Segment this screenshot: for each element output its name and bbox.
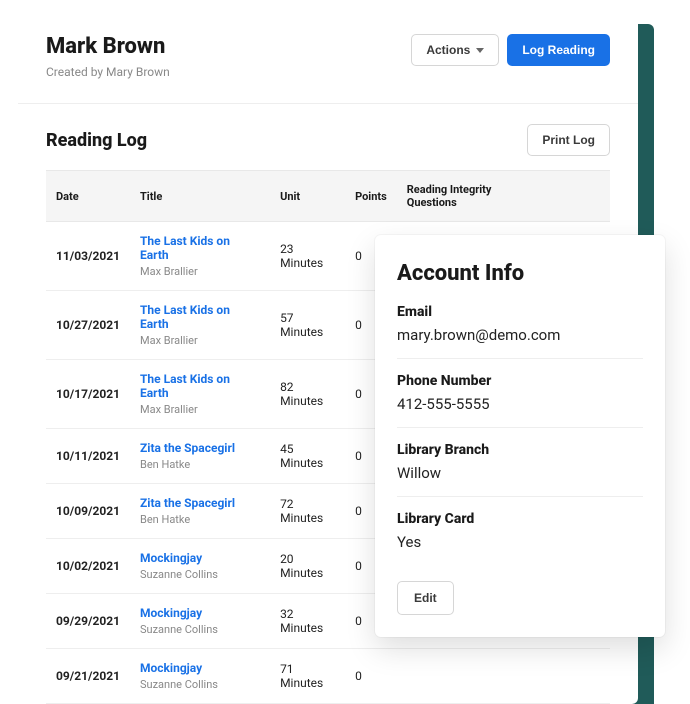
book-author: Max Brallier	[140, 403, 198, 416]
branch-label: Library Branch	[397, 442, 643, 458]
account-info-title: Account Info	[397, 261, 643, 286]
book-title-link[interactable]: Mockingjay	[140, 661, 260, 675]
actions-label: Actions	[426, 44, 470, 56]
cell-title: The Last Kids on Earth Max Brallier	[130, 360, 270, 429]
actions-dropdown[interactable]: Actions	[411, 34, 499, 66]
branch-value: Willow	[397, 464, 643, 482]
cell-date: 10/27/2021	[46, 291, 130, 360]
table-row: 09/21/2021 Mockingjay Suzanne Collins 71 Mi…	[46, 649, 610, 704]
profile-header: Mark Brown Created by Mary Brown Actions…	[18, 34, 638, 104]
email-label: Email	[397, 304, 643, 320]
cell-date: 10/17/2021	[46, 360, 130, 429]
book-author: Ben Hatke	[140, 458, 190, 471]
col-date: Date	[46, 171, 130, 222]
book-title-link[interactable]: Zita the Spacegirl	[140, 496, 260, 510]
book-title-link[interactable]: The Last Kids on Earth	[140, 372, 260, 400]
email-value: mary.brown@demo.com	[397, 326, 643, 344]
cell-actions	[552, 649, 610, 704]
card-label: Library Card	[397, 511, 643, 527]
cell-date: 09/21/2021	[46, 649, 130, 704]
phone-value: 412-555-5555	[397, 395, 643, 413]
print-log-button[interactable]: Print Log	[527, 124, 610, 156]
col-integrity: Reading Integrity Questions	[397, 171, 552, 222]
book-title-link[interactable]: Mockingjay	[140, 551, 260, 565]
book-author: Suzanne Collins	[140, 678, 218, 691]
cell-unit: 71 Minutes	[270, 649, 345, 704]
cell-unit: 20 Minutes	[270, 539, 345, 594]
cell-title: The Last Kids on Earth Max Brallier	[130, 291, 270, 360]
cell-unit: 57 Minutes	[270, 291, 345, 360]
edit-account-button[interactable]: Edit	[397, 581, 454, 615]
book-author: Suzanne Collins	[140, 623, 218, 636]
created-by-subtitle: Created by Mary Brown	[46, 65, 170, 79]
cell-title: Mockingjay Suzanne Collins	[130, 594, 270, 649]
col-unit: Unit	[270, 171, 345, 222]
cell-title: The Last Kids on Earth Max Brallier	[130, 222, 270, 291]
reading-log-title: Reading Log	[46, 130, 147, 151]
book-title-link[interactable]: The Last Kids on Earth	[140, 303, 260, 331]
cell-date: 11/03/2021	[46, 222, 130, 291]
cell-title: Zita the Spacegirl Ben Hatke	[130, 484, 270, 539]
cell-title: Mockingjay Suzanne Collins	[130, 539, 270, 594]
cell-date: 10/02/2021	[46, 539, 130, 594]
chevron-down-icon	[476, 48, 484, 53]
field-phone: Phone Number 412-555-5555	[397, 373, 643, 428]
book-author: Ben Hatke	[140, 513, 190, 526]
col-points: Points	[345, 171, 397, 222]
cell-unit: 32 Minutes	[270, 594, 345, 649]
phone-label: Phone Number	[397, 373, 643, 389]
book-title-link[interactable]: Zita the Spacegirl	[140, 441, 260, 455]
book-title-link[interactable]: Mockingjay	[140, 606, 260, 620]
field-email: Email mary.brown@demo.com	[397, 304, 643, 359]
cell-integrity	[397, 649, 552, 704]
cell-unit: 72 Minutes	[270, 484, 345, 539]
book-author: Max Brallier	[140, 265, 198, 278]
field-card: Library Card Yes	[397, 511, 643, 565]
cell-unit: 23 Minutes	[270, 222, 345, 291]
reader-name: Mark Brown	[46, 34, 170, 59]
cell-unit: 45 Minutes	[270, 429, 345, 484]
book-author: Max Brallier	[140, 334, 198, 347]
book-author: Suzanne Collins	[140, 568, 218, 581]
card-value: Yes	[397, 533, 643, 551]
col-title: Title	[130, 171, 270, 222]
cell-title: Mockingjay Suzanne Collins	[130, 649, 270, 704]
cell-points: 0	[345, 649, 397, 704]
cell-date: 10/09/2021	[46, 484, 130, 539]
book-title-link[interactable]: The Last Kids on Earth	[140, 234, 260, 262]
cell-title: Zita the Spacegirl Ben Hatke	[130, 429, 270, 484]
log-reading-button[interactable]: Log Reading	[507, 34, 610, 66]
cell-date: 09/29/2021	[46, 594, 130, 649]
field-branch: Library Branch Willow	[397, 442, 643, 497]
account-info-panel: Account Info Email mary.brown@demo.com P…	[375, 235, 665, 637]
cell-date: 10/11/2021	[46, 429, 130, 484]
cell-unit: 82 Minutes	[270, 360, 345, 429]
